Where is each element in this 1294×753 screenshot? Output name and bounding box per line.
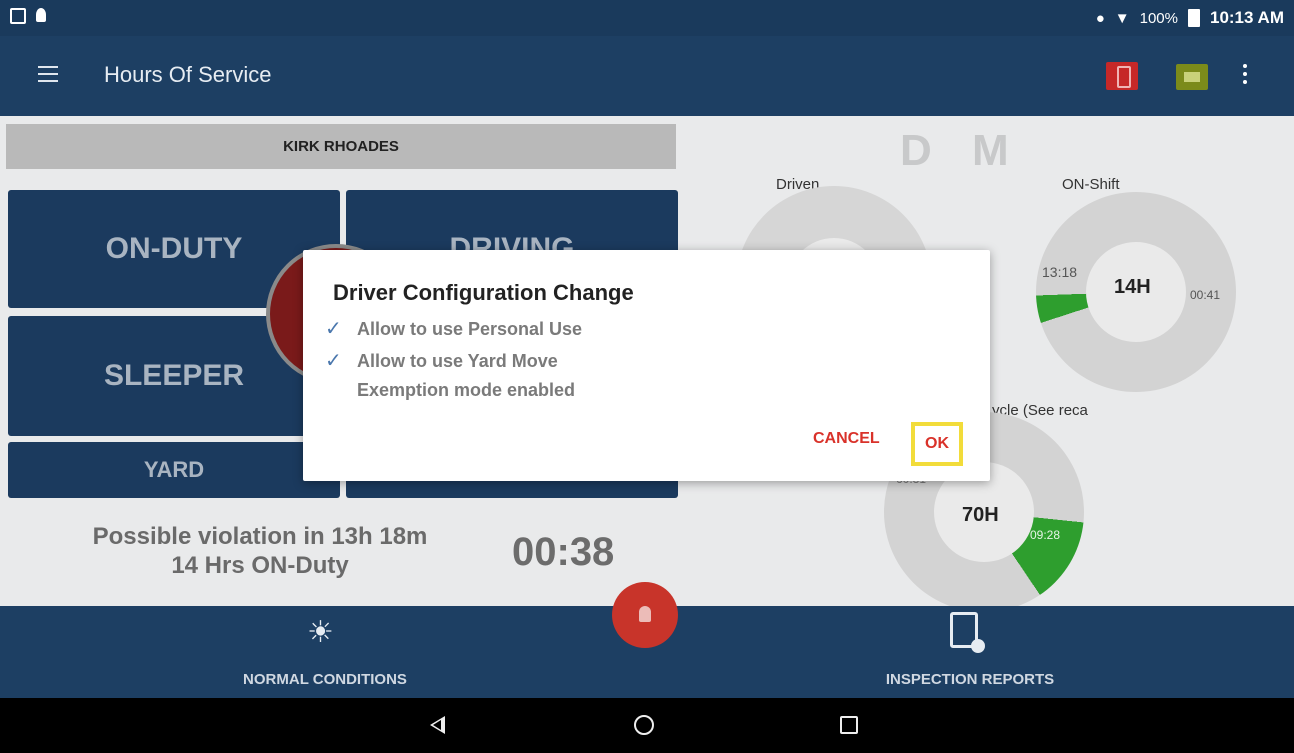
onshift-remaining: 00:41 bbox=[1190, 288, 1221, 302]
inspection-reports-label: INSPECTION REPORTS bbox=[885, 671, 1055, 688]
cycle-total: 70H bbox=[962, 504, 999, 526]
status-indicators: ● ▼ 100% 10:13 AM bbox=[1096, 8, 1284, 28]
dialog-item-exemption: Exemption mode enabled bbox=[325, 380, 575, 401]
check-icon: ✓ bbox=[325, 318, 342, 340]
truck-icon[interactable] bbox=[1176, 64, 1208, 90]
menu-icon[interactable] bbox=[38, 66, 58, 82]
cycle-remaining: 09:28 bbox=[1030, 528, 1061, 542]
status-notifications bbox=[10, 8, 46, 24]
app-notification-icon bbox=[36, 8, 46, 22]
yard-button[interactable]: YARD bbox=[8, 442, 340, 498]
battery-icon bbox=[1187, 9, 1200, 27]
inspection-reports-tab[interactable]: INSPECTION REPORTS bbox=[840, 606, 1100, 698]
dialog-item-yard-move: ✓ Allow to use Yard Move bbox=[325, 348, 558, 373]
sun-icon: ☀ bbox=[307, 616, 334, 649]
driver-name[interactable]: KIRK RHOADES bbox=[6, 124, 676, 169]
clock: 10:13 AM bbox=[1209, 8, 1284, 27]
wifi-icon: ▼ bbox=[1114, 9, 1130, 27]
onshift-total: 14H bbox=[1114, 276, 1151, 298]
home-icon[interactable] bbox=[634, 715, 654, 735]
driver-configuration-dialog: Driver Configuration Change ✓ Allow to us… bbox=[303, 250, 990, 481]
location-icon: ● bbox=[1095, 9, 1105, 27]
onshift-label: ON-Shift bbox=[1062, 176, 1120, 193]
app-bar: Hours Of Service bbox=[0, 36, 1294, 116]
dialog-item-label: Allow to use Personal Use bbox=[357, 319, 583, 339]
driver-fab-button[interactable] bbox=[612, 582, 678, 648]
ok-button[interactable]: OK bbox=[911, 422, 963, 466]
dm-label: D M bbox=[900, 126, 1023, 175]
system-nav-bar bbox=[0, 698, 1294, 753]
normal-conditions-label: NORMAL CONDITIONS bbox=[243, 671, 407, 688]
normal-conditions-tab[interactable]: ☀ NORMAL CONDITIONS bbox=[200, 606, 450, 698]
back-icon[interactable] bbox=[430, 716, 445, 734]
status-bar: ● ▼ 100% 10:13 AM bbox=[0, 0, 1294, 36]
notification-icon bbox=[10, 8, 26, 24]
clipboard-check-icon bbox=[950, 612, 985, 653]
cancel-button[interactable]: CANCEL bbox=[813, 430, 880, 448]
app-title: Hours Of Service bbox=[104, 62, 272, 87]
dialog-title: Driver Configuration Change bbox=[333, 280, 634, 305]
dialog-item-personal-use: ✓ Allow to use Personal Use bbox=[325, 316, 582, 341]
overflow-menu-icon[interactable] bbox=[1243, 64, 1249, 86]
recent-apps-icon[interactable] bbox=[840, 716, 858, 734]
violation-warning: Possible violation in 13h 18m 14 Hrs ON-… bbox=[60, 522, 460, 580]
violation-line-2: 14 Hrs ON-Duty bbox=[171, 552, 349, 579]
onshift-used: 13:18 bbox=[1042, 264, 1078, 280]
dialog-item-label: Exemption mode enabled bbox=[357, 380, 576, 400]
dialog-item-label: Allow to use Yard Move bbox=[357, 351, 558, 371]
status-timer: 00:38 bbox=[512, 530, 615, 574]
violation-line-1: Possible violation in 13h 18m bbox=[92, 523, 428, 550]
battery-percent: 100% bbox=[1139, 9, 1178, 27]
device-disconnected-icon[interactable] bbox=[1106, 62, 1138, 90]
check-icon: ✓ bbox=[325, 350, 342, 372]
